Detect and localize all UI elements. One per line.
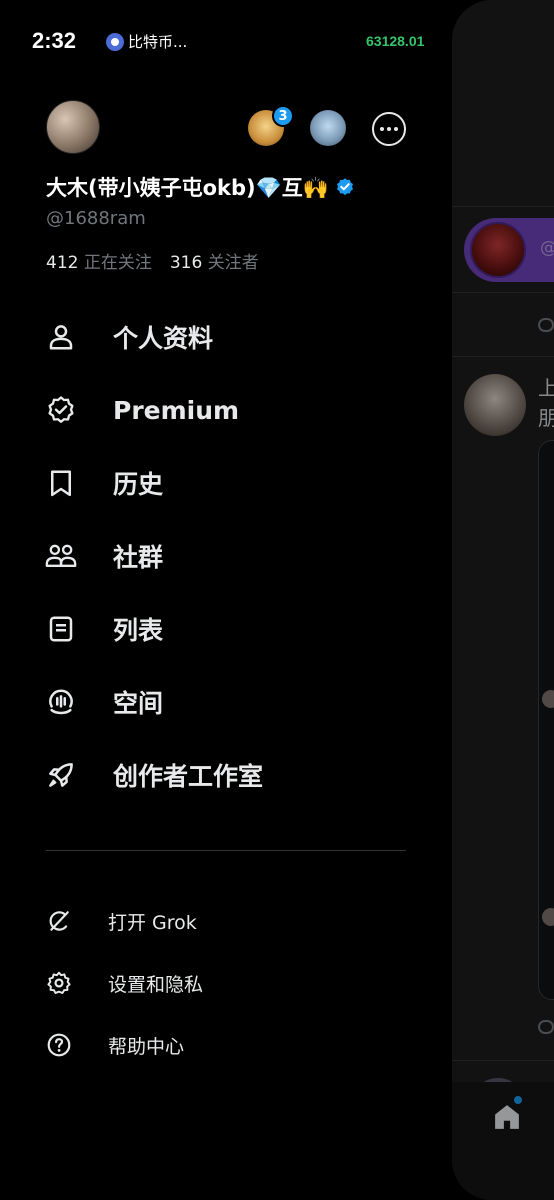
menu-item-lists[interactable]: 列表 — [44, 604, 404, 654]
status-time: 2:32 — [32, 28, 77, 53]
menu-item-label: 设置和隐私 — [108, 973, 204, 996]
premium-badge-icon — [44, 393, 78, 427]
display-name-text: 大木(带小姨子屯okb)💎互🙌 — [46, 176, 329, 200]
spaces-icon — [44, 685, 78, 719]
followers-link[interactable]: 316 关注者 — [170, 253, 259, 273]
menu-item-profile[interactable]: 个人资料 — [44, 312, 404, 362]
dot — [394, 127, 398, 131]
following-link[interactable]: 412 正在关注 — [46, 253, 152, 273]
notification-badge: 3 — [272, 105, 294, 127]
menu-item-label: 列表 — [113, 616, 164, 645]
menu-item-creator-studio[interactable]: 创作者工作室 — [44, 750, 404, 800]
menu-item-settings-privacy[interactable]: 设置和隐私 — [44, 963, 404, 1003]
switch-account-avatar[interactable] — [310, 110, 346, 146]
menu-item-premium[interactable]: Premium — [44, 385, 404, 435]
rocket-icon — [44, 758, 78, 792]
menu-item-history[interactable]: 历史 — [44, 458, 404, 508]
menu-item-communities[interactable]: 社群 — [44, 531, 404, 581]
dot — [380, 127, 384, 131]
more-accounts-button[interactable] — [372, 112, 406, 146]
menu-item-open-grok[interactable]: 打开 Grok — [44, 901, 404, 941]
price-ticker: 63128.01 — [366, 33, 425, 49]
active-app-label: 比特币... — [128, 33, 188, 51]
communities-icon — [44, 539, 78, 573]
menu-item-label: 打开 Grok — [108, 911, 197, 934]
navigation-drawer: 3 大木(带小姨子屯okb)💎互🙌 @1688ram 412 正在关注 316 关… — [0, 84, 452, 1200]
menu-item-label: 创作者工作室 — [113, 762, 264, 791]
menu-item-label: 个人资料 — [113, 324, 214, 353]
gear-icon — [44, 968, 74, 998]
active-app-indicator[interactable]: 比特币... — [106, 31, 187, 52]
app-indicator-icon — [106, 32, 124, 51]
menu-item-label: 社群 — [113, 543, 164, 572]
menu-divider — [46, 850, 406, 851]
profile-display-name[interactable]: 大木(带小姨子屯okb)💎互🙌 — [46, 172, 355, 202]
profile-avatar[interactable] — [46, 100, 100, 154]
menu-item-help-center[interactable]: 帮助中心 — [44, 1025, 404, 1065]
help-icon — [44, 1030, 74, 1060]
dot — [387, 127, 391, 131]
background-timeline[interactable]: @ 上 朋 — [452, 0, 554, 1200]
menu-item-label: 帮助中心 — [108, 1035, 185, 1058]
person-icon — [44, 320, 78, 354]
profile-handle: @1688ram — [46, 208, 146, 229]
following-count: 412 — [46, 253, 79, 273]
following-label: 正在关注 — [83, 253, 152, 273]
follow-stats: 412 正在关注 316 关注者 — [46, 248, 259, 273]
list-icon — [44, 612, 78, 646]
menu-item-label: 历史 — [113, 470, 164, 499]
followers-count: 316 — [169, 253, 203, 273]
menu-item-label: Premium — [113, 395, 240, 425]
followers-label: 关注者 — [207, 253, 259, 273]
verified-badge-icon — [336, 178, 353, 196]
bookmark-icon — [44, 466, 78, 500]
menu-item-label: 空间 — [113, 689, 164, 718]
menu-item-spaces[interactable]: 空间 — [44, 677, 404, 727]
grok-icon — [44, 906, 74, 936]
